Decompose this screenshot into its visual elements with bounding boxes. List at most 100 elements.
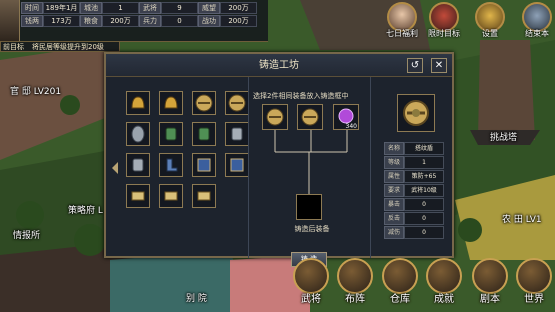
forge-slot-2[interactable]: [297, 104, 323, 130]
inventory-slot[interactable]: [225, 153, 249, 177]
round-shield-icon: [301, 108, 319, 126]
challenge-tower-label[interactable]: 挑战塔: [490, 130, 517, 143]
inventory-slot[interactable]: [126, 91, 150, 115]
intel-office-label[interactable]: 情报所: [13, 228, 40, 241]
inventory-slot[interactable]: [192, 122, 216, 146]
forge-material-slot[interactable]: 340: [333, 104, 359, 130]
forge-slot-1[interactable]: [262, 104, 288, 130]
scenario-button[interactable]: 剧本: [468, 258, 512, 310]
property-row: 要求 武将10级: [384, 184, 444, 197]
stat-value-prestige: 200万: [220, 2, 257, 14]
goal-text: 将民居等级提升到20级: [32, 43, 104, 51]
property-value: 0: [404, 198, 444, 211]
prev-page-arrow-icon[interactable]: [112, 162, 118, 174]
stat-label-time: 时间: [21, 2, 43, 14]
stat-label-prestige: 威望: [198, 2, 220, 14]
stat-label-cities: 城池: [80, 2, 102, 14]
inventory-slot[interactable]: [126, 184, 150, 208]
material-count: 340: [345, 123, 357, 130]
inventory-slot[interactable]: [159, 91, 183, 115]
inventory-slot[interactable]: [159, 153, 183, 177]
general-helmet-icon: [293, 258, 329, 294]
property-row: 等级 1: [384, 156, 444, 169]
villa-label[interactable]: 别 院: [186, 291, 207, 304]
inventory-slot[interactable]: [126, 153, 150, 177]
forge-panel: 选择2件相同装备放入铸造框中 340 铸造后装备 铸 造: [248, 77, 371, 267]
forge-connector-lines: [274, 130, 348, 194]
inventory-slot[interactable]: [192, 153, 216, 177]
dialog-title-bar: 铸造工坊 ↺ ✕: [106, 54, 452, 77]
close-button[interactable]: ✕: [431, 58, 447, 73]
resource-row: 钱两 173万 粮食 200万 兵力 0 战功 200万: [21, 15, 266, 27]
farmland-label[interactable]: 农 田 LV1: [502, 212, 542, 225]
stat-label-generals: 武将: [139, 2, 161, 14]
property-label: 减伤: [384, 226, 404, 239]
world-button[interactable]: 世界: [512, 258, 555, 310]
stat-value-cities: 1: [102, 2, 139, 14]
property-value: 0: [404, 226, 444, 239]
stat-label-troops: 兵力: [139, 15, 161, 27]
scroll-achievement-icon: [426, 258, 462, 294]
resource-status-bar: 时间 189年1月 城池 1 武将 9 威望 200万 钱两 173万 粮食 2…: [0, 0, 268, 42]
scenario-label: 剧本: [480, 294, 500, 305]
palace-label[interactable]: 官 邸 LV201: [10, 84, 61, 97]
formation-icon: [337, 258, 373, 294]
round-shield-icon: [266, 108, 284, 126]
property-label: 反击: [384, 212, 404, 225]
limited-goal-button[interactable]: 限时目标: [426, 2, 462, 42]
world-label: 世界: [524, 294, 544, 305]
forge-result-label: 铸造后装备: [294, 225, 330, 233]
globe-icon: [516, 258, 552, 294]
goal-prefix: 前目标: [3, 43, 24, 51]
item-detail-panel: 名称 搭纹盾 等级 1 属性 策防+65 要求 武将10级 暴击 0 反击 0 减伤 0: [378, 77, 453, 258]
seven-day-bonus-label: 七日福利: [386, 29, 418, 38]
settings-label: 设置: [482, 29, 498, 38]
resource-grid: 时间 189年1月 城池 1 武将 9 威望 200万 钱两 173万 粮食 2…: [21, 2, 266, 28]
undo-arrow-icon: ↺: [410, 60, 420, 71]
stat-value-troops: 0: [161, 15, 198, 27]
lord-portrait[interactable]: [0, 0, 20, 42]
property-label: 暴击: [384, 198, 404, 211]
formation-button[interactable]: 布阵: [333, 258, 377, 310]
generals-button[interactable]: 武将: [289, 258, 333, 310]
inventory-slot[interactable]: [225, 122, 249, 146]
crossed-swords-icon: [472, 258, 508, 294]
stat-value-merit: 200万: [220, 15, 257, 27]
property-label: 名称: [384, 142, 404, 155]
property-label: 属性: [384, 170, 404, 183]
forge-instruction: 选择2件相同装备放入铸造框中: [253, 92, 349, 100]
property-value: 武将10级: [404, 184, 444, 197]
property-label: 等级: [384, 156, 404, 169]
stat-label-merit: 战功: [198, 15, 220, 27]
current-goal-notice[interactable]: 前目标 将民居等级提升到20级: [0, 41, 120, 52]
limited-goal-label: 限时目标: [428, 29, 460, 38]
stat-value-food: 200万: [102, 15, 139, 27]
property-value: 搭纹盾: [404, 142, 444, 155]
settings-button[interactable]: 设置: [472, 2, 508, 42]
end-turn-button[interactable]: 结束本: [519, 2, 555, 42]
policy-hall-label[interactable]: 策略府 L: [68, 203, 103, 216]
seven-day-bonus-button[interactable]: 七日福利: [384, 2, 420, 42]
achievements-label: 成就: [434, 294, 454, 305]
achievements-button[interactable]: 成就: [422, 258, 466, 310]
property-row: 暴击 0: [384, 198, 444, 211]
inventory-slot[interactable]: [159, 184, 183, 208]
stat-value-time: 189年1月: [43, 2, 80, 14]
generals-label: 武将: [301, 294, 321, 305]
property-value: 0: [404, 212, 444, 225]
inventory-slot[interactable]: [192, 91, 216, 115]
property-row: 名称 搭纹盾: [384, 142, 444, 155]
inventory-slot[interactable]: [225, 91, 249, 115]
inventory-slot[interactable]: [159, 122, 183, 146]
inventory-slot[interactable]: [126, 122, 150, 146]
storehouse-icon: [382, 258, 418, 294]
stat-value-generals: 9: [161, 2, 198, 14]
end-turn-label: 结束本: [525, 29, 549, 38]
inventory-slot[interactable]: [192, 184, 216, 208]
property-row: 反击 0: [384, 212, 444, 225]
undo-button[interactable]: ↺: [407, 58, 423, 73]
property-label: 要求: [384, 184, 404, 197]
stat-value-money: 173万: [43, 15, 80, 27]
warehouse-button[interactable]: 仓库: [378, 258, 422, 310]
forge-result-slot: [296, 194, 322, 220]
